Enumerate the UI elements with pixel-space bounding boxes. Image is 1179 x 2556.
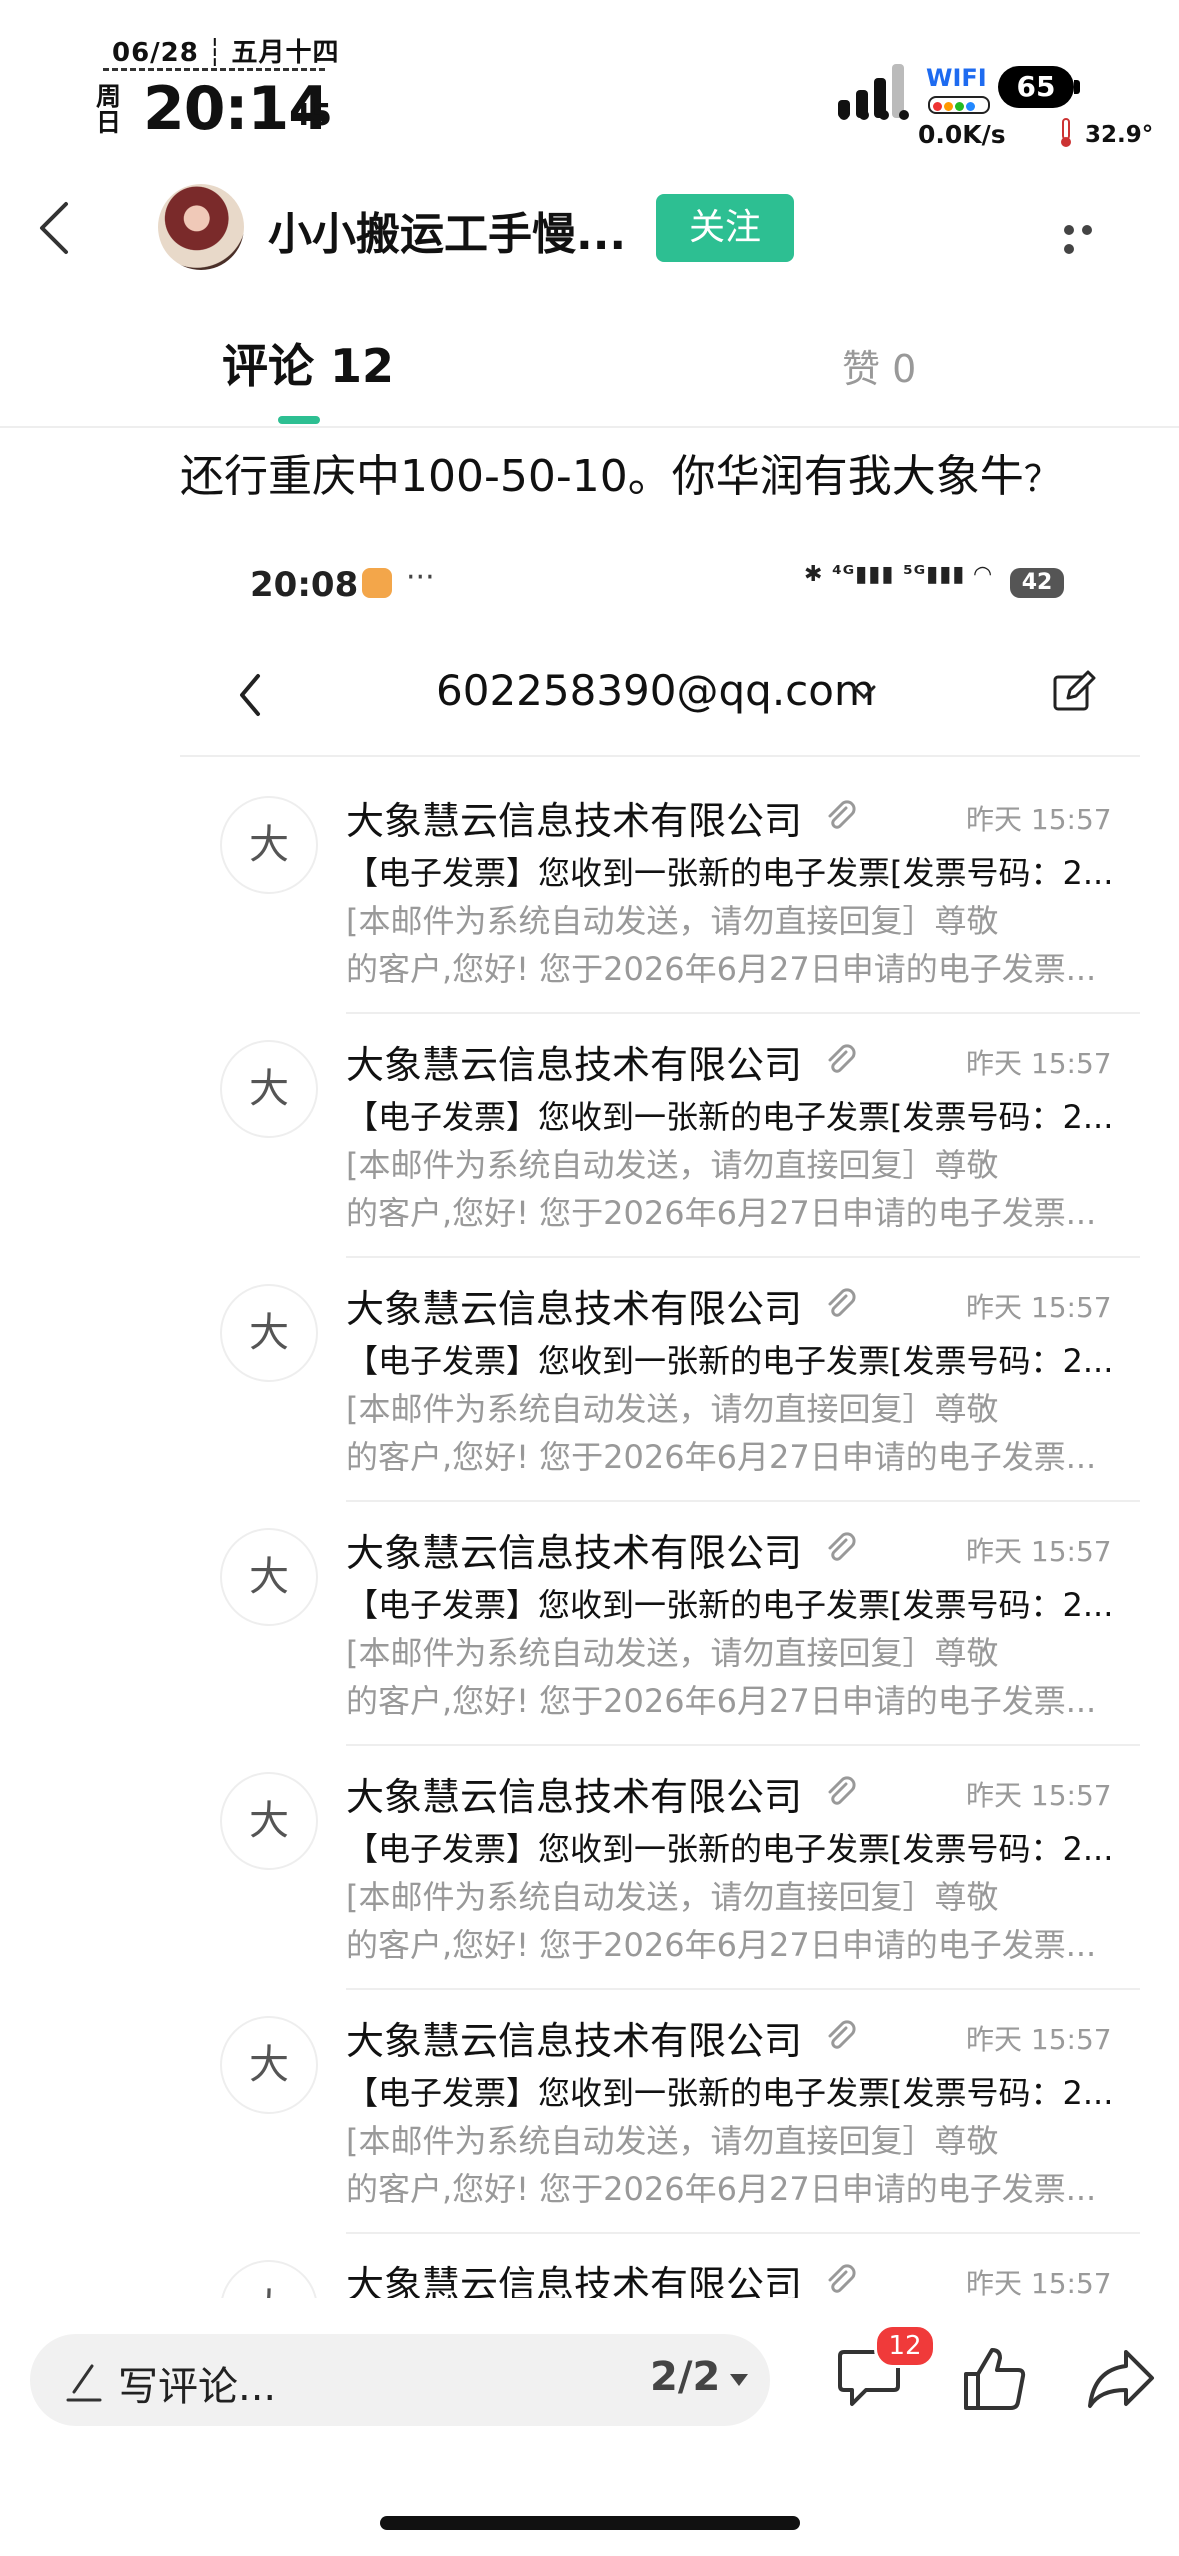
mail-time: 昨天 15:57	[966, 1779, 1112, 1812]
thermometer-icon	[1061, 118, 1071, 147]
mail-sender: 大象慧云信息技术有限公司	[346, 799, 803, 843]
mail-list-item: 大 大象慧云信息技术有限公司 昨天 15:57 【电子发票】您收到一张新的电子发…	[0, 1990, 1179, 2234]
paperclip-icon	[828, 2264, 856, 2293]
mail-sender: 大象慧云信息技术有限公司	[346, 1775, 803, 1819]
edit-icon	[1053, 670, 1096, 711]
paperclip-icon	[828, 1776, 856, 1805]
follow-button[interactable]: 关注	[656, 194, 794, 262]
mail-preview-line2: 的客户,您好! 您于2026年6月27日申请的电子发票...	[346, 1682, 1097, 1720]
sender-avatar: 大	[220, 1772, 318, 1870]
mail-subject: 【电子发票】您收到一张新的电子发票[发票号码：2...	[346, 1098, 1114, 1136]
mail-sender: 大象慧云信息技术有限公司	[346, 1287, 803, 1331]
tab-likes[interactable]: 赞 0	[842, 338, 916, 393]
mail-subject: 【电子发票】您收到一张新的电子发票[发票号码：2...	[346, 854, 1114, 892]
paperclip-icon	[828, 1044, 856, 1073]
mail-list-item: 大 大象慧云信息技术有限公司 昨天 15:57 【电子发票】您收到一张新的电子发…	[0, 770, 1179, 1014]
wifi-indicator-icon	[928, 96, 990, 114]
mail-subject: 【电子发票】您收到一张新的电子发票[发票号码：2...	[346, 1342, 1114, 1380]
embedded-more-dots: ···	[406, 560, 435, 595]
mail-list-item: 大 大象慧云信息技术有限公司 昨天 15:57 【电子发票】您收到一张新的电子发…	[0, 1014, 1179, 1258]
share-arrow-icon[interactable]	[1086, 2348, 1156, 2410]
status-weekday: 周日	[96, 82, 122, 137]
tab-comments[interactable]: 评论 12	[222, 330, 394, 396]
mail-time: 昨天 15:57	[966, 2023, 1112, 2056]
back-icon[interactable]	[34, 200, 74, 256]
mail-sender: 大象慧云信息技术有限公司	[346, 2263, 803, 2298]
embedded-back-icon	[240, 674, 260, 716]
mail-list-item: 大 大象慧云信息技术有限公司 昨天 15:57 【电子发票】您收到一张新的电子发…	[0, 1502, 1179, 1746]
pen-icon	[66, 2364, 102, 2402]
temperature: 32.9°	[1085, 122, 1154, 148]
mail-list-item: 大 大象慧云信息技术有限公司 昨天 15:57 【电子发票】您收到一张新的电子发…	[0, 1258, 1179, 1502]
signal-dots-icon	[839, 110, 909, 120]
status-seconds: 45	[290, 98, 332, 133]
mail-subject: 【电子发票】您收到一张新的电子发票[发票号码：2...	[346, 1830, 1114, 1868]
battery-tip	[1074, 80, 1080, 94]
mail-preview-line2: 的客户,您好! 您于2026年6月27日申请的电子发票...	[346, 2170, 1097, 2208]
mail-preview-line1: [本邮件为系统自动发送，请勿直接回复］尊敬	[346, 902, 999, 940]
mail-subject: 【电子发票】您收到一张新的电子发票[发票号码：2...	[346, 1586, 1114, 1624]
post-text: 还行重庆中100-50-10。你华润有我大象牛？	[180, 451, 1060, 502]
paperclip-icon	[828, 800, 856, 829]
mail-preview-line1: [本邮件为系统自动发送，请勿直接回复］尊敬	[346, 1878, 999, 1916]
status-date: 06/28 ┆ 五月十四	[112, 38, 340, 68]
status-date-divider	[103, 68, 325, 71]
page-indicator[interactable]: 2/2	[650, 2354, 720, 2400]
mail-preview-line1: [本邮件为系统自动发送，请勿直接回复］尊敬	[346, 1146, 999, 1184]
network-speed: 0.0K/s	[918, 120, 1006, 149]
mail-time: 昨天 15:57	[966, 803, 1112, 836]
author-avatar[interactable]	[158, 184, 244, 270]
more-dots-icon[interactable]	[1064, 220, 1116, 254]
comment-count-badge: 12	[874, 2324, 936, 2368]
paperclip-icon	[828, 1532, 856, 1561]
mail-sender: 大象慧云信息技术有限公司	[346, 1531, 803, 1575]
embedded-app-icon	[362, 568, 392, 598]
embedded-status-icons: ✱ ⁴ᴳ▮▮▮ ⁵ᴳ▮▮▮ ◠	[804, 562, 992, 587]
sender-avatar: 大	[220, 796, 318, 894]
mail-sender: 大象慧云信息技术有限公司	[346, 1043, 803, 1087]
header-divider	[0, 426, 1179, 428]
mail-time: 昨天 15:57	[966, 1535, 1112, 1568]
mail-preview-line2: 的客户,您好! 您于2026年6月27日申请的电子发票...	[346, 1926, 1097, 1964]
sender-avatar: 大	[220, 1284, 318, 1382]
page-dropdown-icon[interactable]	[730, 2374, 748, 2386]
mail-preview-line2: 的客户,您好! 您于2026年6月27日申请的电子发票...	[346, 950, 1097, 988]
embedded-status-time: 20:08	[250, 565, 359, 605]
mail-preview-line2: 的客户,您好! 您于2026年6月27日申请的电子发票...	[346, 1194, 1097, 1232]
chevron-down-icon	[852, 685, 876, 700]
mail-sender: 大象慧云信息技术有限公司	[346, 2019, 803, 2063]
embedded-battery: 42	[1010, 568, 1064, 598]
sender-avatar: 大	[220, 1528, 318, 1626]
mail-time: 昨天 15:57	[966, 1047, 1112, 1080]
sender-avatar: 大	[220, 2016, 318, 2114]
sender-avatar: 大	[220, 2260, 318, 2298]
mail-preview-line1: [本邮件为系统自动发送，请勿直接回复］尊敬	[346, 1390, 999, 1428]
comment-placeholder[interactable]: 写评论...	[118, 2354, 276, 2412]
mail-list-item: 大 大象慧云信息技术有限公司 昨天 15:57	[0, 2234, 1179, 2298]
home-indicator[interactable]	[380, 2516, 800, 2530]
battery-level: 65	[998, 66, 1074, 108]
author-name[interactable]: 小小搬运工手慢...	[268, 198, 626, 262]
mail-preview-line2: 的客户,您好! 您于2026年6月27日申请的电子发票...	[346, 1438, 1097, 1476]
wifi-label: WIFI	[926, 64, 987, 92]
mail-preview-line1: [本邮件为系统自动发送，请勿直接回复］尊敬	[346, 2122, 999, 2160]
mail-preview-line1: [本邮件为系统自动发送，请勿直接回复］尊敬	[346, 1634, 999, 1672]
paperclip-icon	[828, 1288, 856, 1317]
sender-avatar: 大	[220, 1040, 318, 1138]
embedded-header-divider	[180, 755, 1140, 757]
mail-time: 昨天 15:57	[966, 2267, 1112, 2298]
active-tab-indicator	[278, 416, 320, 424]
mail-time: 昨天 15:57	[966, 1291, 1112, 1324]
paperclip-icon	[828, 2020, 856, 2049]
mail-list-item: 大 大象慧云信息技术有限公司 昨天 15:57 【电子发票】您收到一张新的电子发…	[0, 1746, 1179, 1990]
thumbs-up-icon[interactable]	[962, 2346, 1028, 2412]
embedded-email-account: 602258390@qq.com	[436, 666, 875, 715]
mail-subject: 【电子发票】您收到一张新的电子发票[发票号码：2...	[346, 2074, 1114, 2112]
